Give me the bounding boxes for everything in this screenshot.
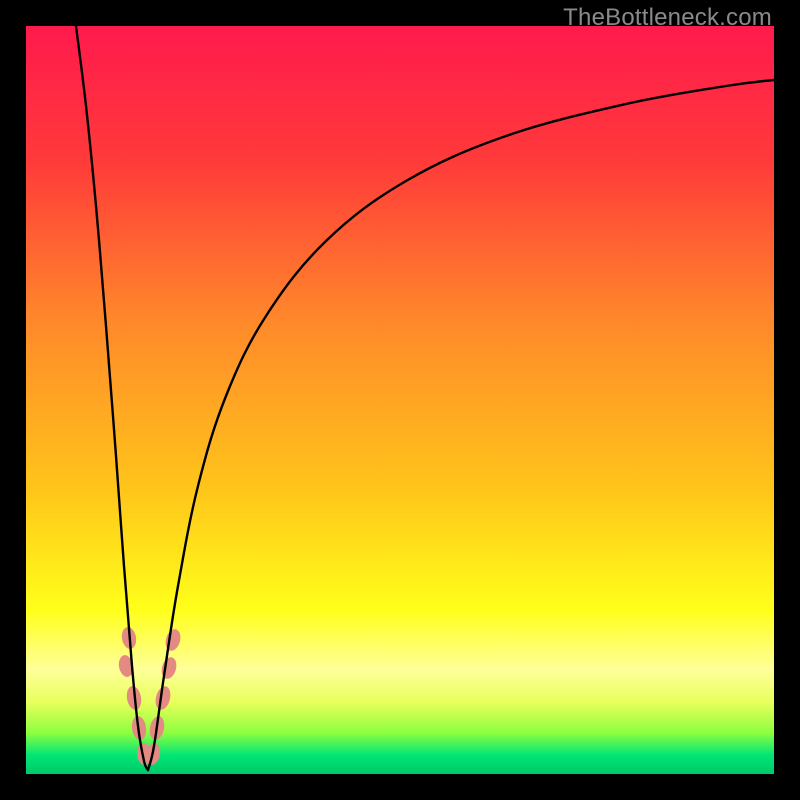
- data-marker: [163, 627, 183, 652]
- chart-frame: TheBottleneck.com: [0, 0, 800, 800]
- data-marker: [159, 655, 179, 680]
- plot-area: [26, 26, 774, 774]
- curve-left-branch: [76, 26, 148, 770]
- curve-layer: [26, 26, 774, 774]
- curve-right-branch: [148, 80, 774, 770]
- data-markers: [117, 626, 183, 766]
